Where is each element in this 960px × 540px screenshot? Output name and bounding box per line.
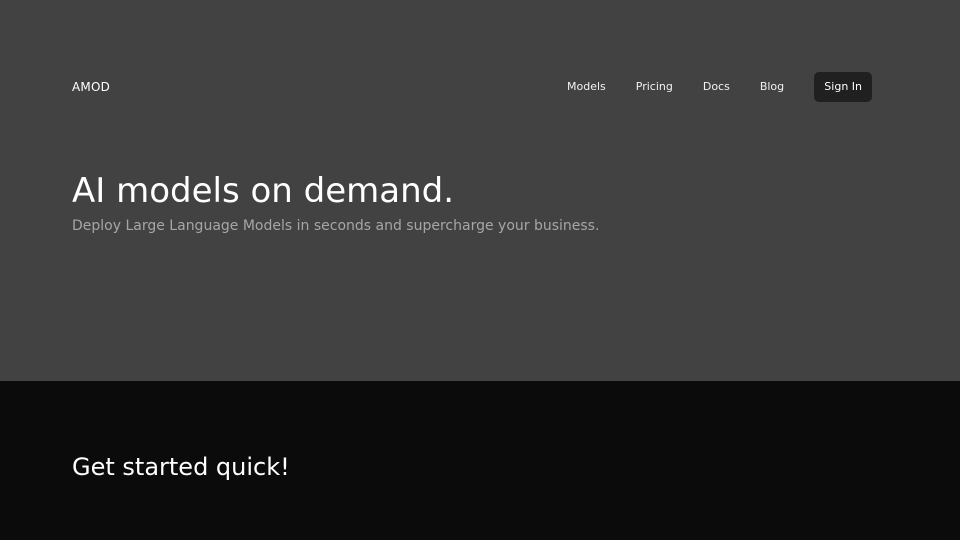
- nav-link-blog[interactable]: Blog: [745, 72, 799, 102]
- get-started-title: Get started quick!: [72, 453, 290, 481]
- nav-link-models[interactable]: Models: [552, 72, 621, 102]
- nav-link-docs[interactable]: Docs: [688, 72, 745, 102]
- nav-link-pricing[interactable]: Pricing: [621, 72, 688, 102]
- hero-subtitle: Deploy Large Language Models in seconds …: [72, 218, 600, 234]
- sign-in-button[interactable]: Sign In: [814, 72, 873, 102]
- logo[interactable]: AMOD: [72, 79, 110, 95]
- hero-title: AI models on demand.: [72, 171, 455, 211]
- hero-section: AMOD Models Pricing Docs Blog Sign In AI…: [0, 0, 960, 381]
- main-nav: Models Pricing Docs Blog Sign In: [552, 72, 873, 102]
